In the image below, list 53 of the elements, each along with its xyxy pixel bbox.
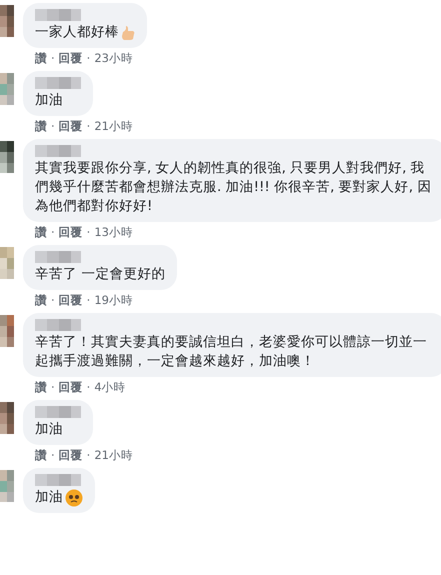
blurred-name bbox=[35, 77, 81, 89]
blurred-name bbox=[35, 406, 81, 418]
separator: · bbox=[51, 293, 55, 308]
comment-text: 加油 bbox=[35, 420, 63, 439]
like-link[interactable]: 讚 bbox=[35, 225, 47, 240]
comment-text: 加油 bbox=[35, 91, 63, 110]
comment-text: 辛苦了！其實夫妻真的要誠信坦白，老婆愛你可以體諒一切並一起攜手渡過難關，一定會越來越好，加油噢！ bbox=[35, 333, 428, 371]
separator: · bbox=[51, 225, 55, 240]
separator: · bbox=[86, 225, 90, 240]
timestamp: 21小時 bbox=[94, 448, 133, 463]
avatar bbox=[0, 402, 14, 434]
separator: · bbox=[51, 119, 55, 134]
blurred-name bbox=[35, 9, 81, 21]
timestamp: 4小時 bbox=[94, 380, 126, 395]
like-link[interactable]: 讚 bbox=[35, 51, 47, 66]
smiley-icon bbox=[65, 488, 83, 506]
avatar bbox=[0, 141, 14, 173]
separator: · bbox=[86, 380, 90, 395]
timestamp: 19小時 bbox=[94, 293, 133, 308]
thumbs-up-icon bbox=[121, 24, 135, 40]
avatar bbox=[0, 315, 14, 347]
like-link[interactable]: 讚 bbox=[35, 293, 47, 308]
comment-text: 辛苦了 一定會更好的 bbox=[35, 265, 166, 284]
comment-text: 加油 bbox=[35, 488, 63, 507]
reply-link[interactable]: 回覆 bbox=[58, 293, 83, 308]
timestamp: 13小時 bbox=[94, 225, 133, 240]
reply-link[interactable]: 回覆 bbox=[58, 448, 83, 463]
avatar bbox=[0, 470, 14, 502]
like-link[interactable]: 讚 bbox=[35, 448, 47, 463]
avatar bbox=[0, 247, 14, 279]
separator: · bbox=[51, 448, 55, 463]
blurred-name bbox=[35, 251, 81, 263]
like-link[interactable]: 讚 bbox=[35, 380, 47, 395]
reply-link[interactable]: 回覆 bbox=[58, 119, 83, 134]
blurred-name bbox=[35, 474, 81, 486]
comment-text: 一家人都好棒 bbox=[35, 23, 119, 42]
timestamp: 23小時 bbox=[94, 51, 133, 66]
reply-link[interactable]: 回覆 bbox=[58, 51, 83, 66]
reply-link[interactable]: 回覆 bbox=[58, 225, 83, 240]
like-link[interactable]: 讚 bbox=[35, 119, 47, 134]
comment-text: 其實我要跟你分享, 女人的韌性真的很強, 只要男人對我們好, 我們幾乎什麼苦都會想辦法克服. 加油!!! 你很辛苦, 要對家人好, 因為他們都對你好好! bbox=[35, 159, 432, 216]
separator: · bbox=[51, 380, 55, 395]
avatar bbox=[0, 5, 14, 37]
separator: · bbox=[51, 51, 55, 66]
reply-link[interactable]: 回覆 bbox=[58, 380, 83, 395]
blurred-name bbox=[35, 319, 81, 331]
separator: · bbox=[86, 119, 90, 134]
separator: · bbox=[86, 448, 90, 463]
avatar bbox=[0, 73, 14, 105]
timestamp: 21小時 bbox=[94, 119, 133, 134]
blurred-name bbox=[35, 145, 81, 157]
separator: · bbox=[86, 293, 90, 308]
separator: · bbox=[86, 51, 90, 66]
